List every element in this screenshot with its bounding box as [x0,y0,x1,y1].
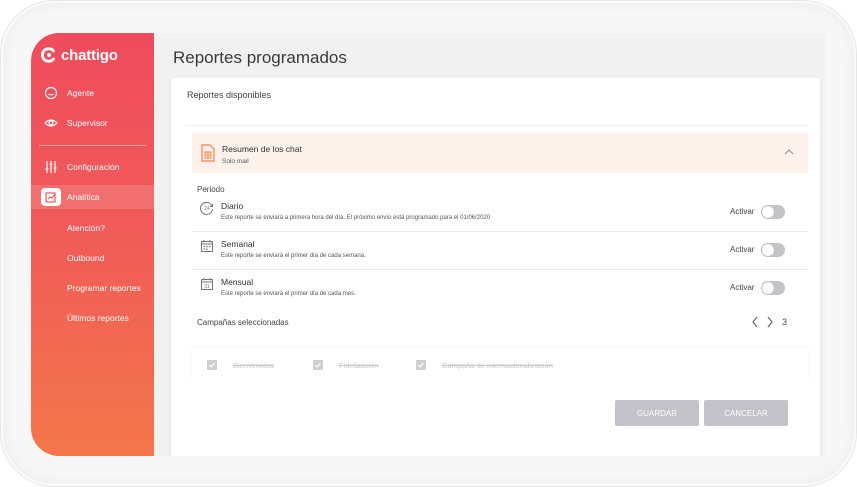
report-accordion-header[interactable]: Resumen de los chat Solo mail [192,133,808,173]
clock-24-label: 24 [204,206,210,212]
chattigo-logo-icon [41,47,55,63]
report-panel: Resumen de los chat Solo mail Periodo 24… [187,125,808,456]
sidebar-subitem-label: Programar reportes [67,283,141,293]
sidebar-item-supervisor[interactable]: Supervisor [31,111,154,135]
sidebar-item-analitica[interactable]: Analítica [31,185,154,209]
sidebar-subitem-programar-reportes[interactable]: Programar reportes [31,276,154,300]
campaigns-list: Bienvenidos Fidelización Campaña de inte… [192,348,808,382]
campaign-label: Campaña de internacionalización [442,360,553,370]
campaign-item[interactable]: Fidelización [313,359,379,371]
chat-bubble-icon [44,86,58,100]
period-name: Diario [221,201,244,211]
toggle-mensual[interactable] [761,281,785,295]
save-button[interactable]: GUARDAR [615,400,699,426]
chevron-up-icon[interactable] [784,148,794,156]
main-content: Reportes programados Reportes disponible… [154,33,826,456]
sidebar-item-label: Agente [67,88,94,98]
toggle-diario[interactable] [761,205,785,219]
activate-label: Activar [730,283,755,292]
sidebar-subitem-label: Últimos reportes [67,313,129,323]
campaign-item[interactable]: Bienvenidos [207,359,274,371]
period-row-semanal: Semanal Este reporte se enviará el prime… [192,232,808,270]
sidebar-item-label: Supervisor [67,118,108,128]
calendar-week-icon [201,240,213,252]
campaign-label: Fidelización [339,360,379,370]
brand-logo[interactable]: chattigo [40,45,118,65]
campaign-label: Bienvenidos [233,360,274,370]
eye-icon [44,116,58,130]
campaigns-count: 3 [782,317,788,327]
period-row-mensual: 31 Mensual Este reporte se enviará el pr… [192,270,808,308]
campaign-item[interactable]: Campaña de internacionalización [416,359,553,371]
page-title: Reportes programados [173,48,347,67]
activate-label: Activar [730,245,755,254]
sidebar-divider [39,145,146,146]
brand-name: chattigo [61,46,118,64]
period-description: Este reporte se enviará el primer día de… [221,253,366,259]
activate-label: Activar [730,207,755,216]
sliders-icon [44,160,58,174]
sidebar-subitem-label: Outbound [67,253,105,263]
calendar-month-label: 31 [204,284,210,290]
card-title: Reportes disponibles [187,90,272,100]
sidebar: chattigo Agente Supervisor Configuración [31,33,154,456]
sidebar-item-label: Analítica [67,192,100,202]
sidebar-subitem-ultimos-reportes[interactable]: Últimos reportes [31,306,154,330]
sidebar-subitem-outbound[interactable]: Outbound [31,246,154,270]
sidebar-item-configuracion[interactable]: Configuración [31,155,154,179]
analytics-icon [41,188,61,206]
sidebar-item-agente[interactable]: Agente [31,81,154,105]
chevron-left-icon[interactable] [751,316,759,328]
spreadsheet-file-icon [201,144,215,162]
chevron-right-icon[interactable] [766,316,774,328]
period-description: Este reporte se enviará el primer día de… [221,291,356,297]
cancel-button[interactable]: CANCELAR [704,400,788,426]
checkbox-checked-icon[interactable] [207,360,217,370]
checkbox-checked-icon[interactable] [313,360,323,370]
campaigns-label: Campañas seleccionadas [197,318,289,327]
reports-card: Reportes disponibles Resumen de los chat… [171,78,820,456]
period-description: Este reporte se enviará a primera hora d… [221,215,491,221]
period-name: Mensual [221,277,254,287]
clock-24-icon: 24 [200,202,213,215]
period-name: Semanal [221,239,255,249]
sidebar-item-label: Configuración [67,162,120,172]
calendar-month-icon: 31 [201,278,213,290]
sidebar-subitem-label: Atención? [67,223,105,233]
sidebar-subitem-atencion[interactable]: Atención? [31,216,154,240]
period-label: Periodo [197,185,225,194]
report-subtitle: Solo mail [222,158,249,165]
checkbox-checked-icon[interactable] [416,360,426,370]
period-row-diario: 24 Diario Este reporte se enviará a prim… [192,194,808,232]
toggle-semanal[interactable] [761,243,785,257]
app-screen: chattigo Agente Supervisor Configuración [31,33,826,456]
report-name: Resumen de los chat [222,144,302,154]
